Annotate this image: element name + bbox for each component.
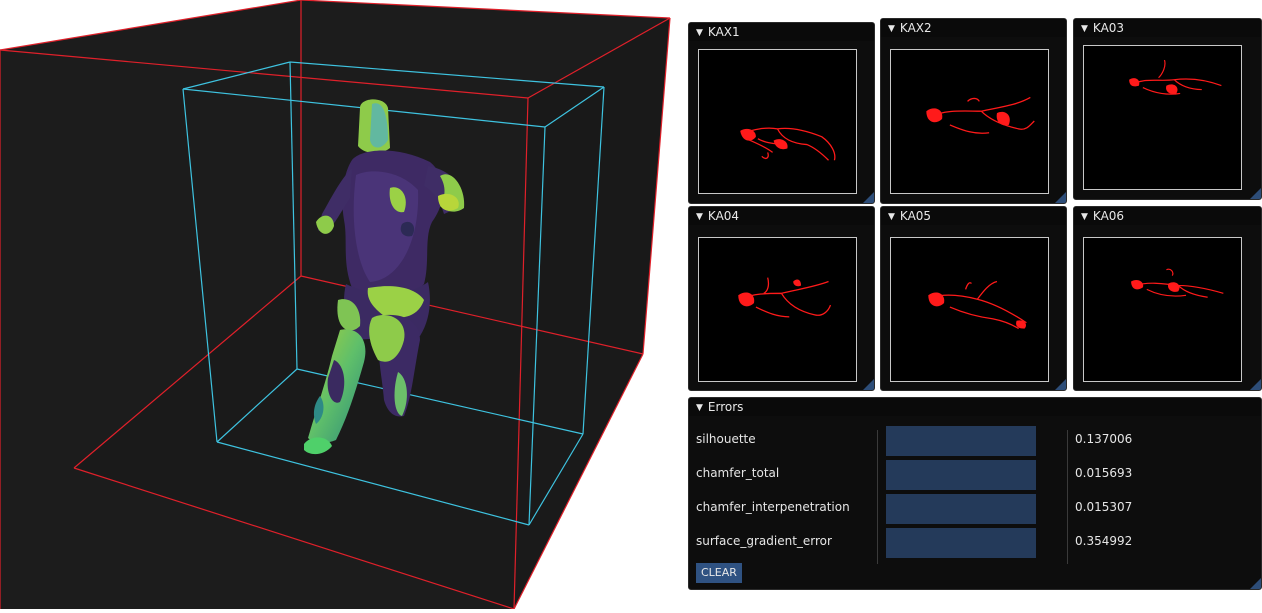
collapse-triangle-icon[interactable]: ▼ [1081,208,1088,226]
camera-panel-ka06[interactable]: ▼ KA06 [1073,206,1262,391]
error-label: chamfer_interpenetration [696,500,850,514]
camera-panel-ka05[interactable]: ▼ KA05 [880,206,1067,391]
collapse-triangle-icon[interactable]: ▼ [888,20,895,38]
camera-name: KA06 [1092,209,1125,223]
silhouette-image [738,277,832,318]
error-label: surface_gradient_error [696,534,832,548]
camera-image [1083,45,1242,190]
3d-scene[interactable] [0,0,672,610]
silhouette-image [926,96,1035,134]
camera-panel-header[interactable]: ▼ KAX2 [881,19,1066,37]
camera-name: KA05 [899,209,932,223]
silhouette-image [1131,268,1224,298]
collapse-triangle-icon[interactable]: ▼ [1081,20,1088,38]
camera-image [890,49,1049,194]
collapse-triangle-icon[interactable]: ▼ [696,399,703,417]
camera-panel-ka03[interactable]: ▼ KA03 [1073,18,1262,200]
resize-grip-icon[interactable] [1250,188,1261,199]
errors-panel-header[interactable]: ▼ Errors [689,398,1261,416]
resize-grip-icon[interactable] [1055,379,1066,390]
camera-name: KA04 [707,209,740,223]
camera-name: KA03 [1092,21,1125,35]
camera-panel-header[interactable]: ▼ KA03 [1074,19,1261,37]
camera-panel-header[interactable]: ▼ KA05 [881,207,1066,225]
error-label: silhouette [696,432,756,446]
errors-panel[interactable]: ▼ Errors silhouette 0.137006 chamfer_tota… [688,397,1262,590]
camera-name: KAX1 [707,25,740,39]
camera-name: KAX2 [899,21,932,35]
camera-panel-header[interactable]: ▼ KAX1 [689,23,874,41]
camera-panel-kax2[interactable]: ▼ KAX2 [880,18,1067,204]
resize-grip-icon[interactable] [1055,192,1066,203]
camera-panel-header[interactable]: ▼ KA06 [1074,207,1261,225]
camera-image [698,237,857,382]
resize-grip-icon[interactable] [863,379,874,390]
resize-grip-icon[interactable] [1250,578,1261,589]
camera-image [890,237,1049,382]
resize-grip-icon[interactable] [863,192,874,203]
camera-panel-header[interactable]: ▼ KA04 [689,207,874,225]
3d-viewport[interactable] [0,0,672,610]
error-value: 0.015307 [1075,500,1133,514]
camera-image [1083,237,1242,382]
error-row-chamfer-interpenetration: chamfer_interpenetration 0.015307 [689,494,1261,524]
error-row-surface-gradient-error: surface_gradient_error 0.354992 [689,528,1261,558]
error-value: 0.015693 [1075,466,1133,480]
silhouette-image [928,280,1027,330]
error-bar [886,494,1036,524]
silhouette-image [1129,59,1222,95]
collapse-triangle-icon[interactable]: ▼ [696,208,703,226]
camera-image [698,49,857,194]
collapse-triangle-icon[interactable]: ▼ [696,24,703,42]
error-bar [886,528,1036,558]
resize-grip-icon[interactable] [1250,379,1261,390]
silhouette-image [740,127,836,161]
errors-title: Errors [707,400,744,414]
camera-panel-ka04[interactable]: ▼ KA04 [688,206,875,391]
error-bar [886,460,1036,490]
clear-button[interactable]: CLEAR [696,563,742,583]
error-row-chamfer-total: chamfer_total 0.015693 [689,460,1261,490]
collapse-triangle-icon[interactable]: ▼ [888,208,895,226]
error-value: 0.137006 [1075,432,1133,446]
error-row-silhouette: silhouette 0.137006 [689,426,1261,456]
error-bar [886,426,1036,456]
error-label: chamfer_total [696,466,780,480]
camera-panel-kax1[interactable]: ▼ KAX1 [688,22,875,204]
error-value: 0.354992 [1075,534,1133,548]
